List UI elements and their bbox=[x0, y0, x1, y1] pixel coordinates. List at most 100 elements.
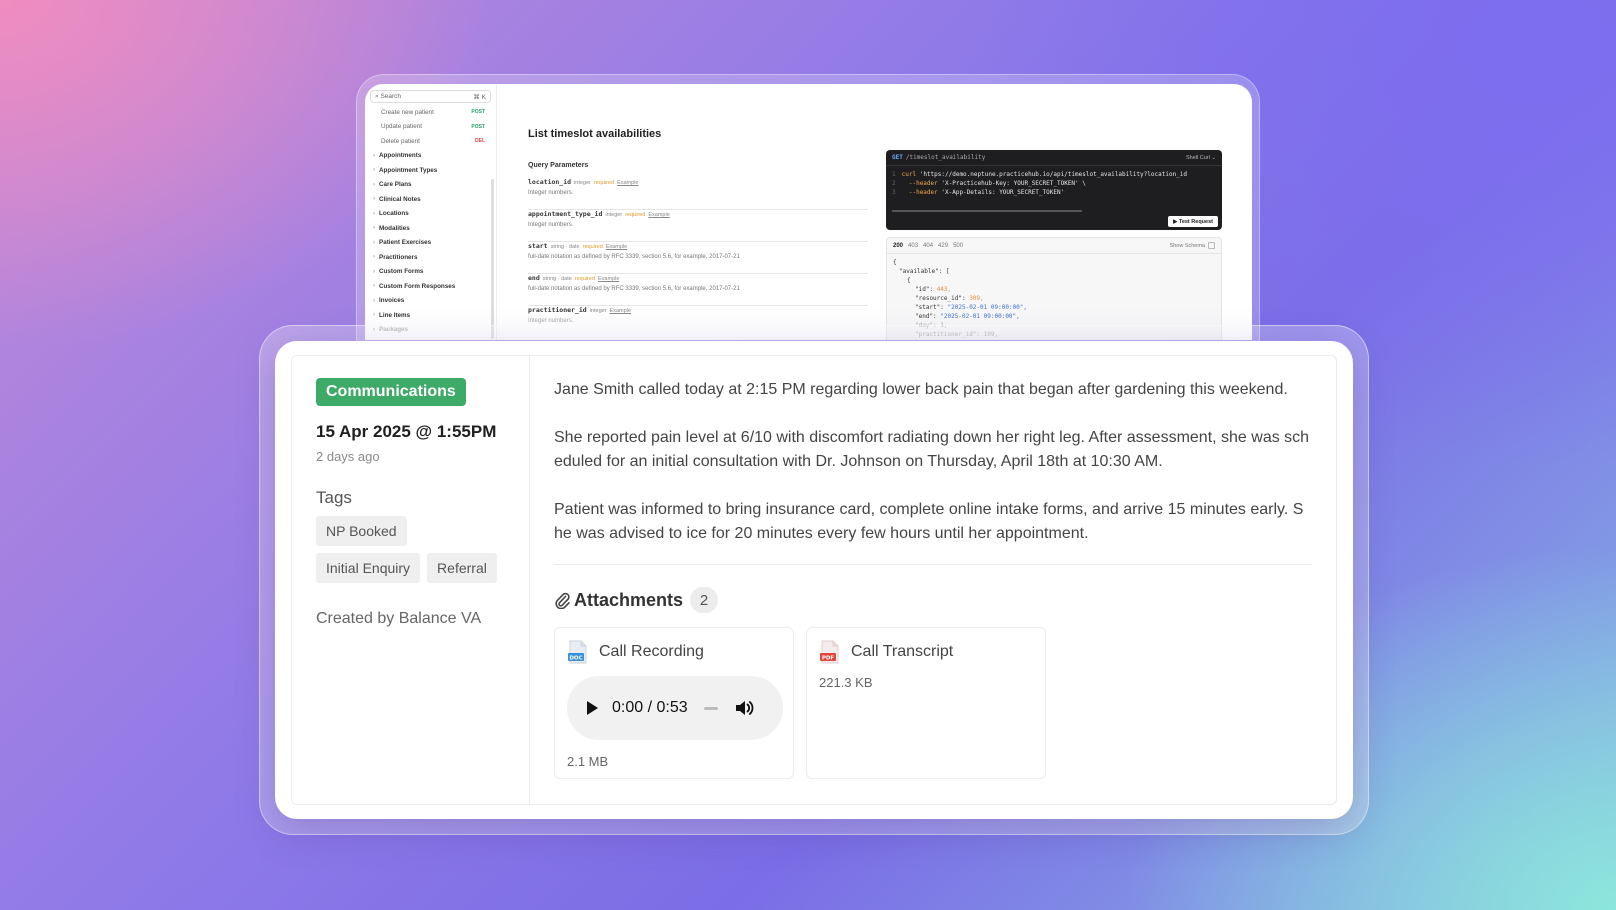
svg-text:DOC: DOC bbox=[569, 655, 582, 661]
example-link[interactable]: Example bbox=[606, 244, 627, 250]
tag-referral[interactable]: Referral bbox=[427, 553, 497, 583]
example-link[interactable]: Example bbox=[648, 212, 669, 218]
created-by: Created by Balance VA bbox=[316, 610, 482, 627]
chevron-right-icon: › bbox=[373, 254, 375, 261]
sidebar-item-delete-patient[interactable]: Delete patient DEL bbox=[370, 134, 491, 149]
sidebar-group-invoices[interactable]: › Invoices bbox=[370, 294, 491, 309]
sidebar-group-locations[interactable]: › Locations bbox=[370, 207, 491, 222]
sidebar-group-modalities[interactable]: › Modalities bbox=[370, 221, 491, 236]
note-paragraph: Patient was informed to bring insurance … bbox=[554, 501, 1304, 542]
search-icon: ⌕ bbox=[375, 92, 379, 100]
checkbox[interactable] bbox=[1208, 242, 1215, 249]
chevron-right-icon: › bbox=[373, 297, 375, 304]
audio-time: 0:00 / 0:53 bbox=[612, 699, 688, 716]
sidebar-group-practitioners[interactable]: › Practitioners bbox=[370, 250, 491, 265]
tab-429[interactable]: 429 bbox=[938, 243, 948, 249]
attachment-call-recording[interactable]: DOC Call Recording 0:00 / 0:53 2.1 MB bbox=[554, 627, 794, 779]
note-text: Jane Smith called today at 2:15 PM regar… bbox=[554, 378, 1312, 546]
method-badge: POST bbox=[471, 123, 485, 130]
code-sample-panel: GET/timeslot_availability Shell Curl ⌄ 1… bbox=[886, 150, 1222, 230]
endpoint-title: List timeslot availabilities bbox=[528, 128, 662, 140]
svg-text:PDF: PDF bbox=[822, 655, 835, 661]
sidebar-group-custom-forms[interactable]: › Custom Forms bbox=[370, 265, 491, 280]
attachment-call-transcript[interactable]: PDF Call Transcript 221.3 KB bbox=[806, 627, 1046, 779]
sidebar-item-create-patient[interactable]: Create new patient POST bbox=[370, 105, 491, 120]
divider bbox=[554, 564, 1312, 565]
chevron-right-icon: › bbox=[373, 239, 375, 246]
docs-sidebar: ⌕ Search ⌘ K Create new patient POST Upd… bbox=[365, 84, 497, 340]
show-schema-toggle[interactable]: Show Schema bbox=[1170, 242, 1215, 249]
example-link[interactable]: Example bbox=[610, 308, 631, 314]
volume-icon[interactable] bbox=[734, 699, 754, 717]
tag-list: NP Booked bbox=[316, 516, 505, 546]
paperclip-icon bbox=[554, 591, 570, 609]
method-badge: POST bbox=[471, 109, 485, 116]
param-row: appointment_type_id integer required Exampl… bbox=[528, 210, 868, 242]
communication-note-card: Communications 15 Apr 2025 @ 1:55PM 2 da… bbox=[275, 341, 1353, 819]
tags-heading: Tags bbox=[316, 488, 352, 507]
sidebar-group-appointments[interactable]: › Appointments bbox=[370, 149, 491, 164]
search-placeholder: Search bbox=[380, 92, 402, 100]
note-meta: Communications 15 Apr 2025 @ 1:55PM 2 da… bbox=[292, 356, 530, 804]
search-shortcut: ⌘ K bbox=[473, 93, 486, 101]
chevron-right-icon: › bbox=[373, 196, 375, 203]
test-request-button[interactable]: ▶ Test Request bbox=[1168, 216, 1218, 227]
note-content: Communications 15 Apr 2025 @ 1:55PM 2 da… bbox=[291, 355, 1337, 805]
doc-file-icon: DOC bbox=[567, 640, 589, 664]
chevron-right-icon: › bbox=[373, 152, 375, 159]
query-params-heading: Query Parameters bbox=[528, 162, 589, 169]
pdf-file-icon: PDF bbox=[819, 640, 841, 664]
param-row: start string · date required Example full-d… bbox=[528, 242, 868, 274]
docs-main: List timeslot availabilities Query Param… bbox=[528, 84, 868, 340]
method-badge: DEL bbox=[475, 138, 485, 145]
tag-initial-enquiry[interactable]: Initial Enquiry bbox=[316, 553, 421, 583]
http-method: GET bbox=[892, 154, 903, 161]
note-relative-time: 2 days ago bbox=[316, 449, 380, 464]
sidebar-group-patient-exercises[interactable]: › Patient Exercises bbox=[370, 236, 491, 251]
chevron-right-icon: › bbox=[373, 312, 375, 319]
tab-403[interactable]: 403 bbox=[908, 243, 918, 249]
sidebar-group-custom-form-responses[interactable]: › Custom Form Responses bbox=[370, 279, 491, 294]
audio-progress-slider[interactable] bbox=[703, 706, 718, 710]
chevron-right-icon: › bbox=[373, 225, 375, 232]
param-row: location_id integer required Example Intege… bbox=[528, 178, 868, 210]
attachments-count: 2 bbox=[690, 587, 719, 613]
docs-search-input[interactable]: ⌕ Search ⌘ K bbox=[370, 90, 491, 103]
category-badge: Communications bbox=[316, 378, 466, 406]
sidebar-group-appointment-types[interactable]: › Appointment Types bbox=[370, 163, 491, 178]
note-datetime: 15 Apr 2025 @ 1:55PM bbox=[316, 422, 497, 441]
attachments-heading: Attachments 2 bbox=[554, 587, 719, 613]
code-scrollbar[interactable] bbox=[892, 210, 1082, 212]
note-body: Jane Smith called today at 2:15 PM regar… bbox=[530, 356, 1336, 804]
attachment-title: Call Recording bbox=[599, 643, 704, 660]
chevron-right-icon: › bbox=[373, 283, 375, 290]
api-docs-window: ⌕ Search ⌘ K Create new patient POST Upd… bbox=[365, 84, 1252, 340]
note-paragraph: Jane Smith called today at 2:15 PM regar… bbox=[554, 381, 1288, 398]
attachment-size: 221.3 KB bbox=[819, 675, 873, 690]
chevron-right-icon: › bbox=[373, 268, 375, 275]
audio-player[interactable]: 0:00 / 0:53 bbox=[567, 676, 783, 740]
endpoint-path: /timeslot_availability bbox=[905, 154, 986, 161]
play-icon[interactable] bbox=[587, 701, 598, 715]
sidebar-scrollbar[interactable] bbox=[491, 179, 494, 339]
tag-list: Initial Enquiry Referral bbox=[316, 553, 505, 583]
response-code-tabs: 200 403 404 429 500 bbox=[893, 243, 968, 249]
chevron-right-icon: › bbox=[373, 210, 375, 217]
tab-500[interactable]: 500 bbox=[953, 243, 963, 249]
sidebar-group-clinical-notes[interactable]: › Clinical Notes bbox=[370, 192, 491, 207]
attachment-title: Call Transcript bbox=[851, 643, 954, 660]
attachment-size: 2.1 MB bbox=[567, 754, 609, 769]
chevron-right-icon: › bbox=[373, 181, 375, 188]
tab-200[interactable]: 200 bbox=[893, 243, 903, 249]
sidebar-group-line-items[interactable]: › Line Items bbox=[370, 308, 491, 323]
example-link[interactable]: Example bbox=[617, 180, 638, 186]
sidebar-item-update-patient[interactable]: Update patient POST bbox=[370, 120, 491, 135]
tab-404[interactable]: 404 bbox=[923, 243, 933, 249]
tag-np-booked[interactable]: NP Booked bbox=[316, 516, 407, 546]
note-paragraph: She reported pain level at 6/10 with dis… bbox=[554, 429, 1310, 470]
chevron-right-icon: › bbox=[373, 167, 375, 174]
sidebar-group-care-plans[interactable]: › Care Plans bbox=[370, 178, 491, 193]
language-select[interactable]: Shell Curl ⌄ bbox=[1186, 155, 1216, 161]
example-link[interactable]: Example bbox=[598, 276, 619, 282]
param-row: end string · date required Example full-dat… bbox=[528, 274, 868, 306]
